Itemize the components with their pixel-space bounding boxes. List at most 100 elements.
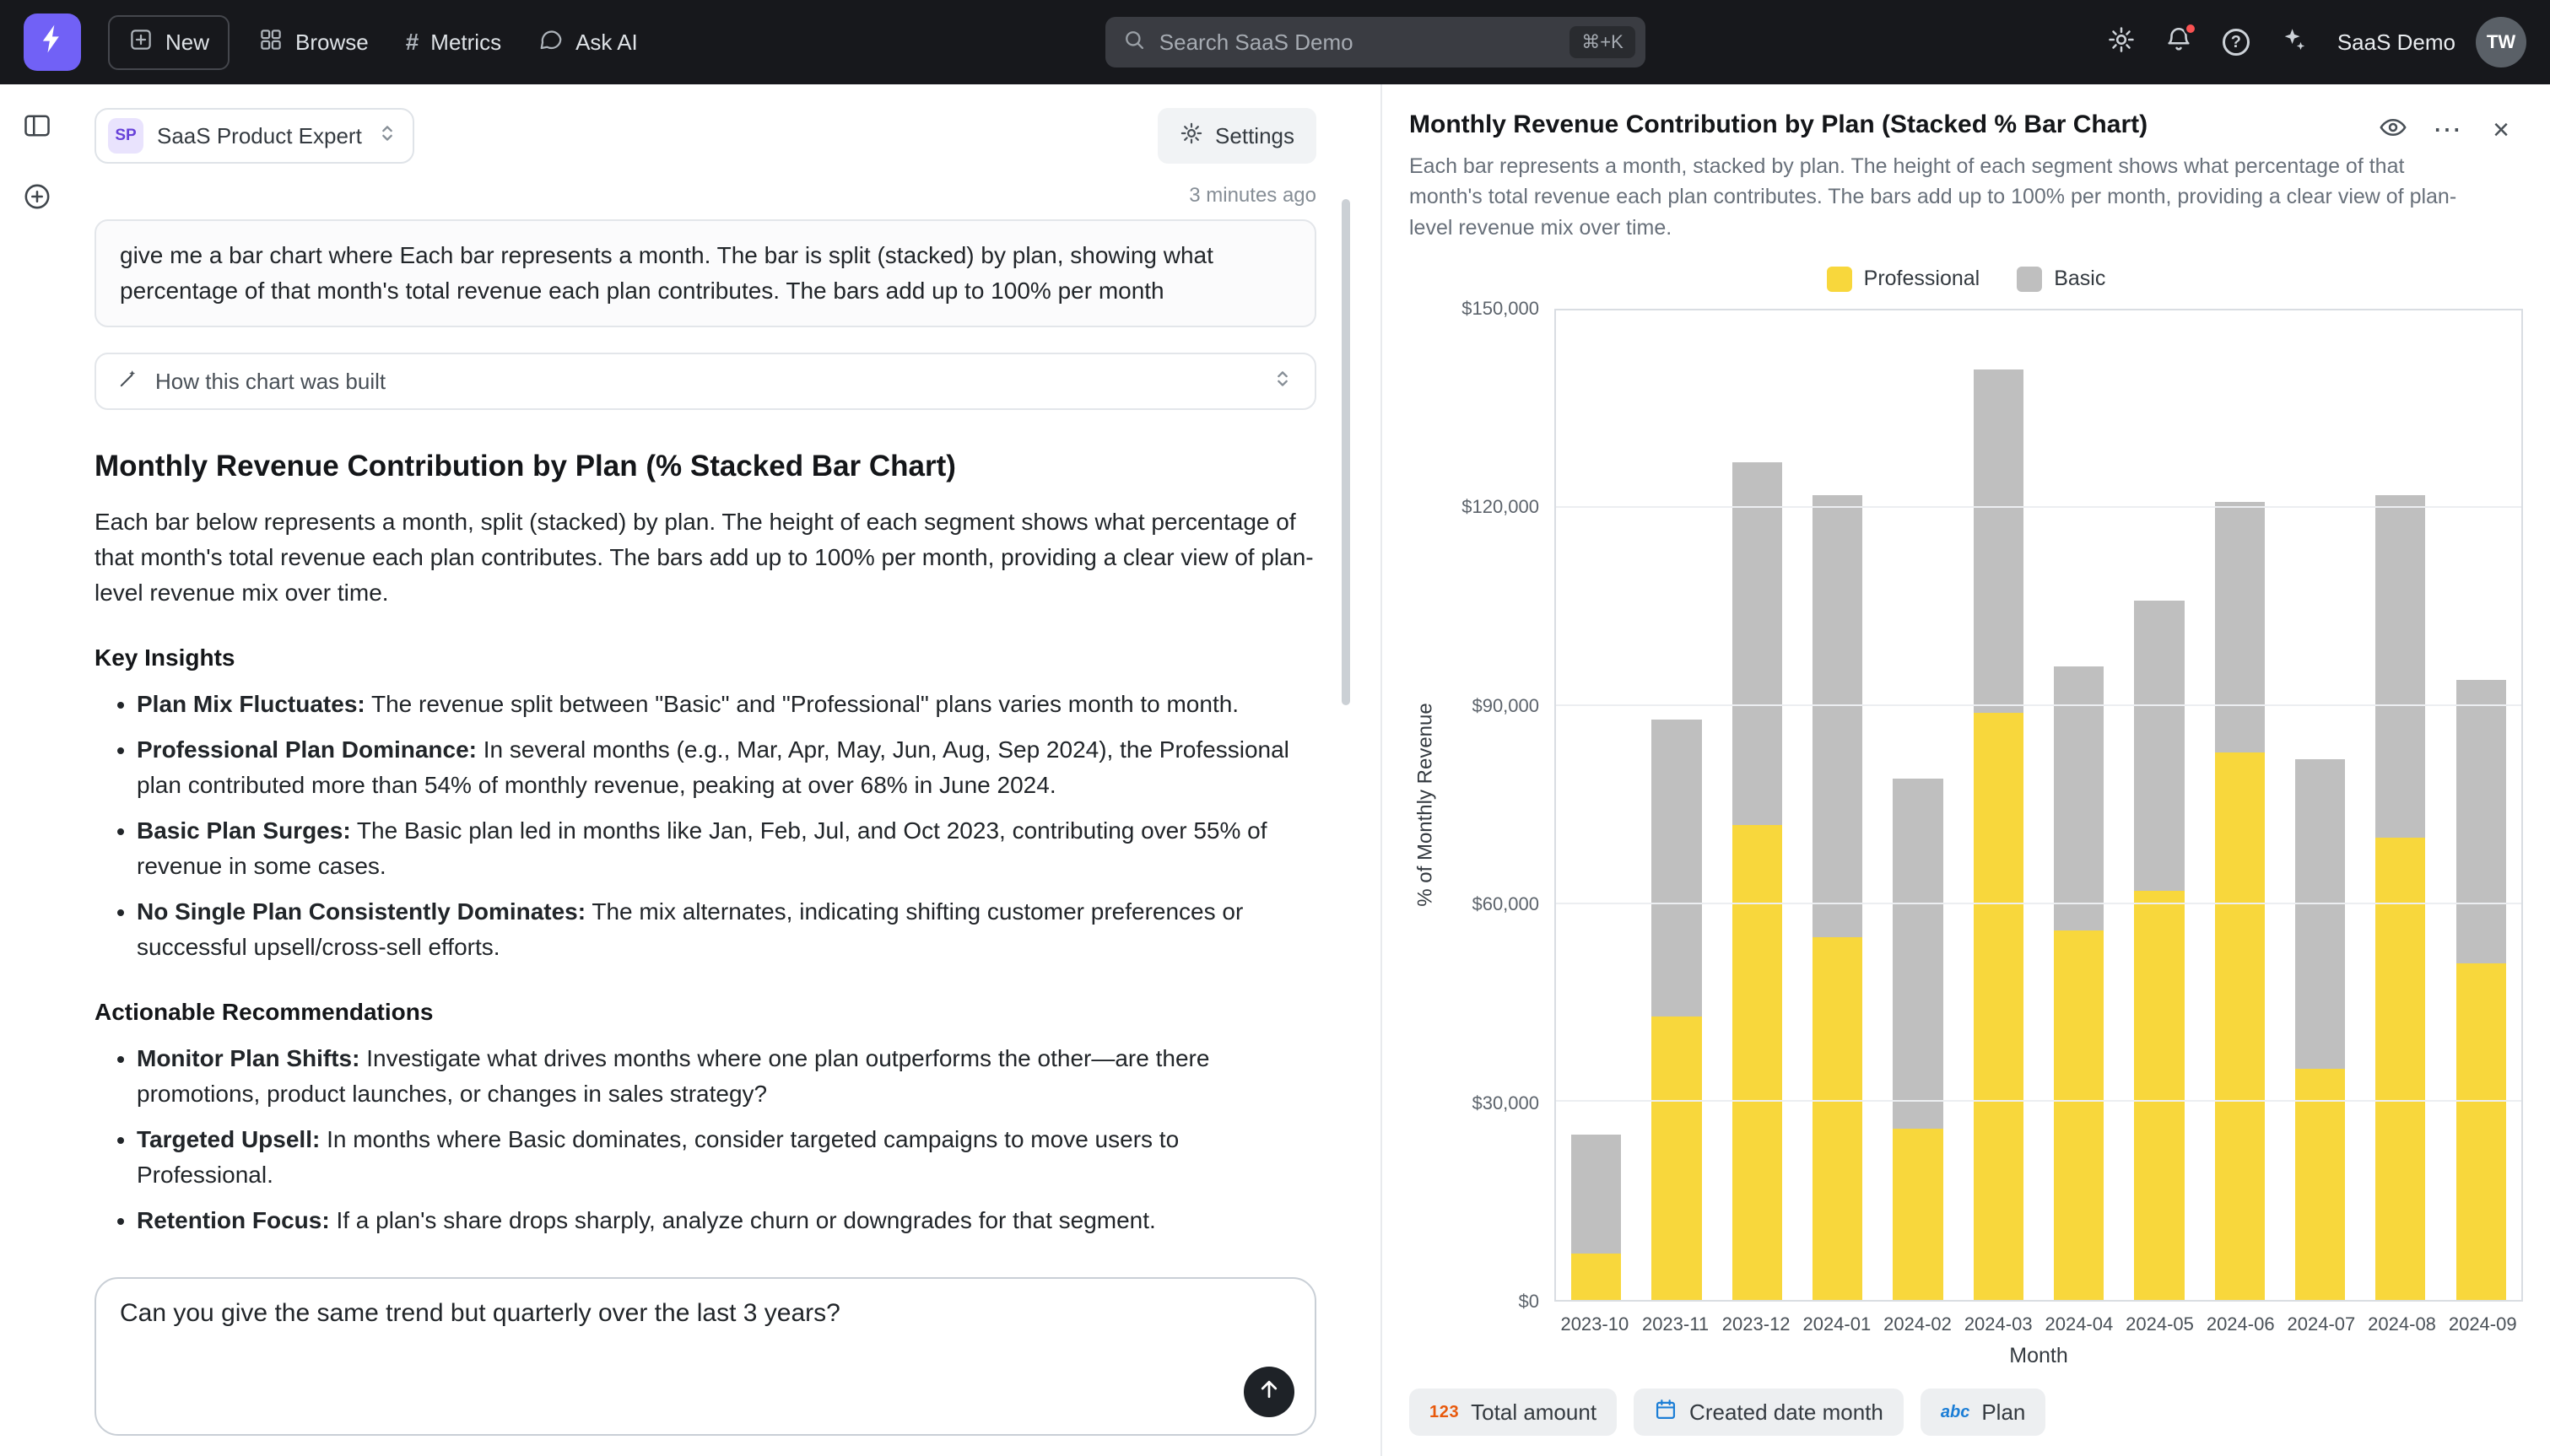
chart-description: Each bar represents a month, stacked by …	[1409, 151, 2523, 243]
more-menu-button[interactable]: ⋯	[2425, 108, 2469, 152]
list-item: Retention Focus: If a plan's share drops…	[137, 1203, 1316, 1238]
legend-label: Basic	[2054, 267, 2105, 291]
insight-bold: No Single Plan Consistently Dominates:	[137, 898, 586, 925]
gridline	[1556, 903, 2521, 904]
help-button[interactable]: ?	[2209, 15, 2263, 69]
x-axis-title: Month	[1554, 1344, 2523, 1368]
professional-segment[interactable]	[1732, 825, 1782, 1300]
message-timestamp: 3 minutes ago	[95, 184, 1316, 208]
bar-2024-02[interactable]	[1877, 310, 1958, 1300]
global-search[interactable]: ⌘+K	[1105, 17, 1645, 67]
app-logo[interactable]	[24, 13, 81, 71]
plot-area	[1554, 309, 2523, 1302]
professional-segment[interactable]	[2375, 838, 2425, 1300]
basic-segment[interactable]	[1974, 369, 2023, 713]
how-built-toggle[interactable]: How this chart was built	[95, 353, 1316, 410]
bar-2024-05[interactable]	[2119, 310, 2199, 1300]
ask-ai-button[interactable]: Ask AI	[520, 17, 656, 68]
y-tick-label: $150,000	[1461, 298, 1539, 320]
new-thread-button[interactable]	[14, 175, 61, 223]
notifications-button[interactable]	[2152, 15, 2206, 69]
browse-button[interactable]: Browse	[240, 17, 387, 68]
date-dimension-tag[interactable]: Created date month	[1634, 1389, 1904, 1436]
basic-segment[interactable]	[2215, 502, 2265, 752]
basic-segment[interactable]	[1893, 779, 1942, 1129]
agent-selector[interactable]: SP SaaS Product Expert	[95, 108, 414, 164]
search-icon	[1122, 27, 1146, 58]
professional-segment[interactable]	[1571, 1254, 1621, 1300]
plus-square-icon	[128, 27, 154, 58]
search-input[interactable]	[1159, 30, 1556, 56]
x-tick-label: 2024-09	[2442, 1302, 2523, 1339]
view-button[interactable]	[2371, 108, 2415, 152]
chart-legend: Professional Basic	[1409, 267, 2523, 292]
bar-2024-04[interactable]	[2039, 310, 2119, 1300]
metrics-button[interactable]: # Metrics	[387, 19, 520, 66]
professional-segment[interactable]	[2215, 752, 2265, 1300]
basic-segment[interactable]	[2375, 495, 2425, 839]
professional-segment[interactable]	[2456, 963, 2506, 1300]
list-item: No Single Plan Consistently Dominates: T…	[137, 894, 1316, 965]
how-built-icon	[116, 367, 140, 396]
basic-segment[interactable]	[2295, 759, 2345, 1070]
settings-nav-button[interactable]	[2094, 15, 2148, 69]
legend-item-basic[interactable]: Basic	[2017, 267, 2105, 292]
left-rail	[0, 84, 74, 1456]
workspace-name[interactable]: SaaS Demo	[2337, 30, 2455, 56]
send-button[interactable]	[1244, 1367, 1294, 1417]
app-window: New Browse # Metrics Ask AI ⌘+K	[0, 0, 2550, 1456]
bar-2024-06[interactable]	[2200, 310, 2280, 1300]
professional-segment[interactable]	[1651, 1017, 1701, 1300]
panel-left-icon	[22, 111, 52, 147]
basic-segment[interactable]	[2134, 601, 2184, 891]
basic-segment[interactable]	[2054, 666, 2104, 930]
basic-segment[interactable]	[1651, 720, 1701, 1017]
chart-panel: Monthly Revenue Contribution by Plan (St…	[1380, 84, 2550, 1456]
x-tick-label: 2024-01	[1796, 1302, 1877, 1339]
basic-segment[interactable]	[1732, 462, 1782, 825]
professional-segment[interactable]	[1974, 713, 2023, 1300]
bar-2024-03[interactable]	[1958, 310, 2039, 1300]
professional-segment[interactable]	[1893, 1129, 1942, 1300]
bar-2023-12[interactable]	[1717, 310, 1797, 1300]
scrollbar[interactable]	[1342, 199, 1350, 705]
y-axis-title: % of Monthly Revenue	[1409, 309, 1443, 1302]
chat-input-box[interactable]: Can you give the same trend but quarterl…	[95, 1277, 1316, 1436]
response-title: Monthly Revenue Contribution by Plan (% …	[95, 447, 1316, 486]
chat-input[interactable]: Can you give the same trend but quarterl…	[120, 1299, 1291, 1394]
metric-tag[interactable]: 123 Total amount	[1409, 1389, 1617, 1436]
basic-segment[interactable]	[1571, 1135, 1621, 1254]
sidebar-toggle-button[interactable]	[14, 105, 61, 152]
string-field-icon: abc	[1941, 1403, 1969, 1422]
ai-features-button[interactable]	[2266, 15, 2320, 69]
bar-2024-08[interactable]	[2360, 310, 2440, 1300]
recommendations-heading: Actionable Recommendations	[95, 999, 1316, 1026]
y-tick-label: $30,000	[1472, 1092, 1539, 1114]
bar-2024-01[interactable]	[1797, 310, 1877, 1300]
basic-segment[interactable]	[1813, 495, 1862, 937]
professional-segment[interactable]	[2295, 1069, 2345, 1300]
settings-button[interactable]: Settings	[1158, 108, 1316, 164]
x-tick-label: 2024-02	[1877, 1302, 1958, 1339]
user-avatar[interactable]: TW	[2476, 17, 2526, 67]
legend-item-professional[interactable]: Professional	[1827, 267, 1980, 292]
professional-segment[interactable]	[1813, 937, 1862, 1300]
recommendation-text: If a plan's share drops sharply, analyze…	[330, 1207, 1156, 1233]
bar-2023-10[interactable]	[1556, 310, 1636, 1300]
basic-segment[interactable]	[2456, 680, 2506, 963]
bar-2024-07[interactable]	[2280, 310, 2360, 1300]
eye-icon	[2379, 113, 2407, 148]
chat-header: SP SaaS Product Expert Settings	[95, 108, 1316, 164]
x-tick-label: 2024-08	[2362, 1302, 2443, 1339]
bar-2024-09[interactable]	[2441, 310, 2521, 1300]
chat-panel: SP SaaS Product Expert Settings 3 minute…	[74, 84, 1380, 1456]
dimension-tag[interactable]: abc Plan	[1921, 1389, 2046, 1436]
recommendation-bold: Targeted Upsell:	[137, 1126, 320, 1152]
new-button[interactable]: New	[108, 15, 230, 70]
y-tick-label: $120,000	[1461, 496, 1539, 518]
professional-segment[interactable]	[2054, 930, 2104, 1300]
professional-segment[interactable]	[2134, 891, 2184, 1300]
field-tags: 123 Total amount Created date month abc …	[1409, 1389, 2523, 1436]
close-panel-button[interactable]: ×	[2479, 108, 2523, 152]
bar-2023-11[interactable]	[1636, 310, 1716, 1300]
